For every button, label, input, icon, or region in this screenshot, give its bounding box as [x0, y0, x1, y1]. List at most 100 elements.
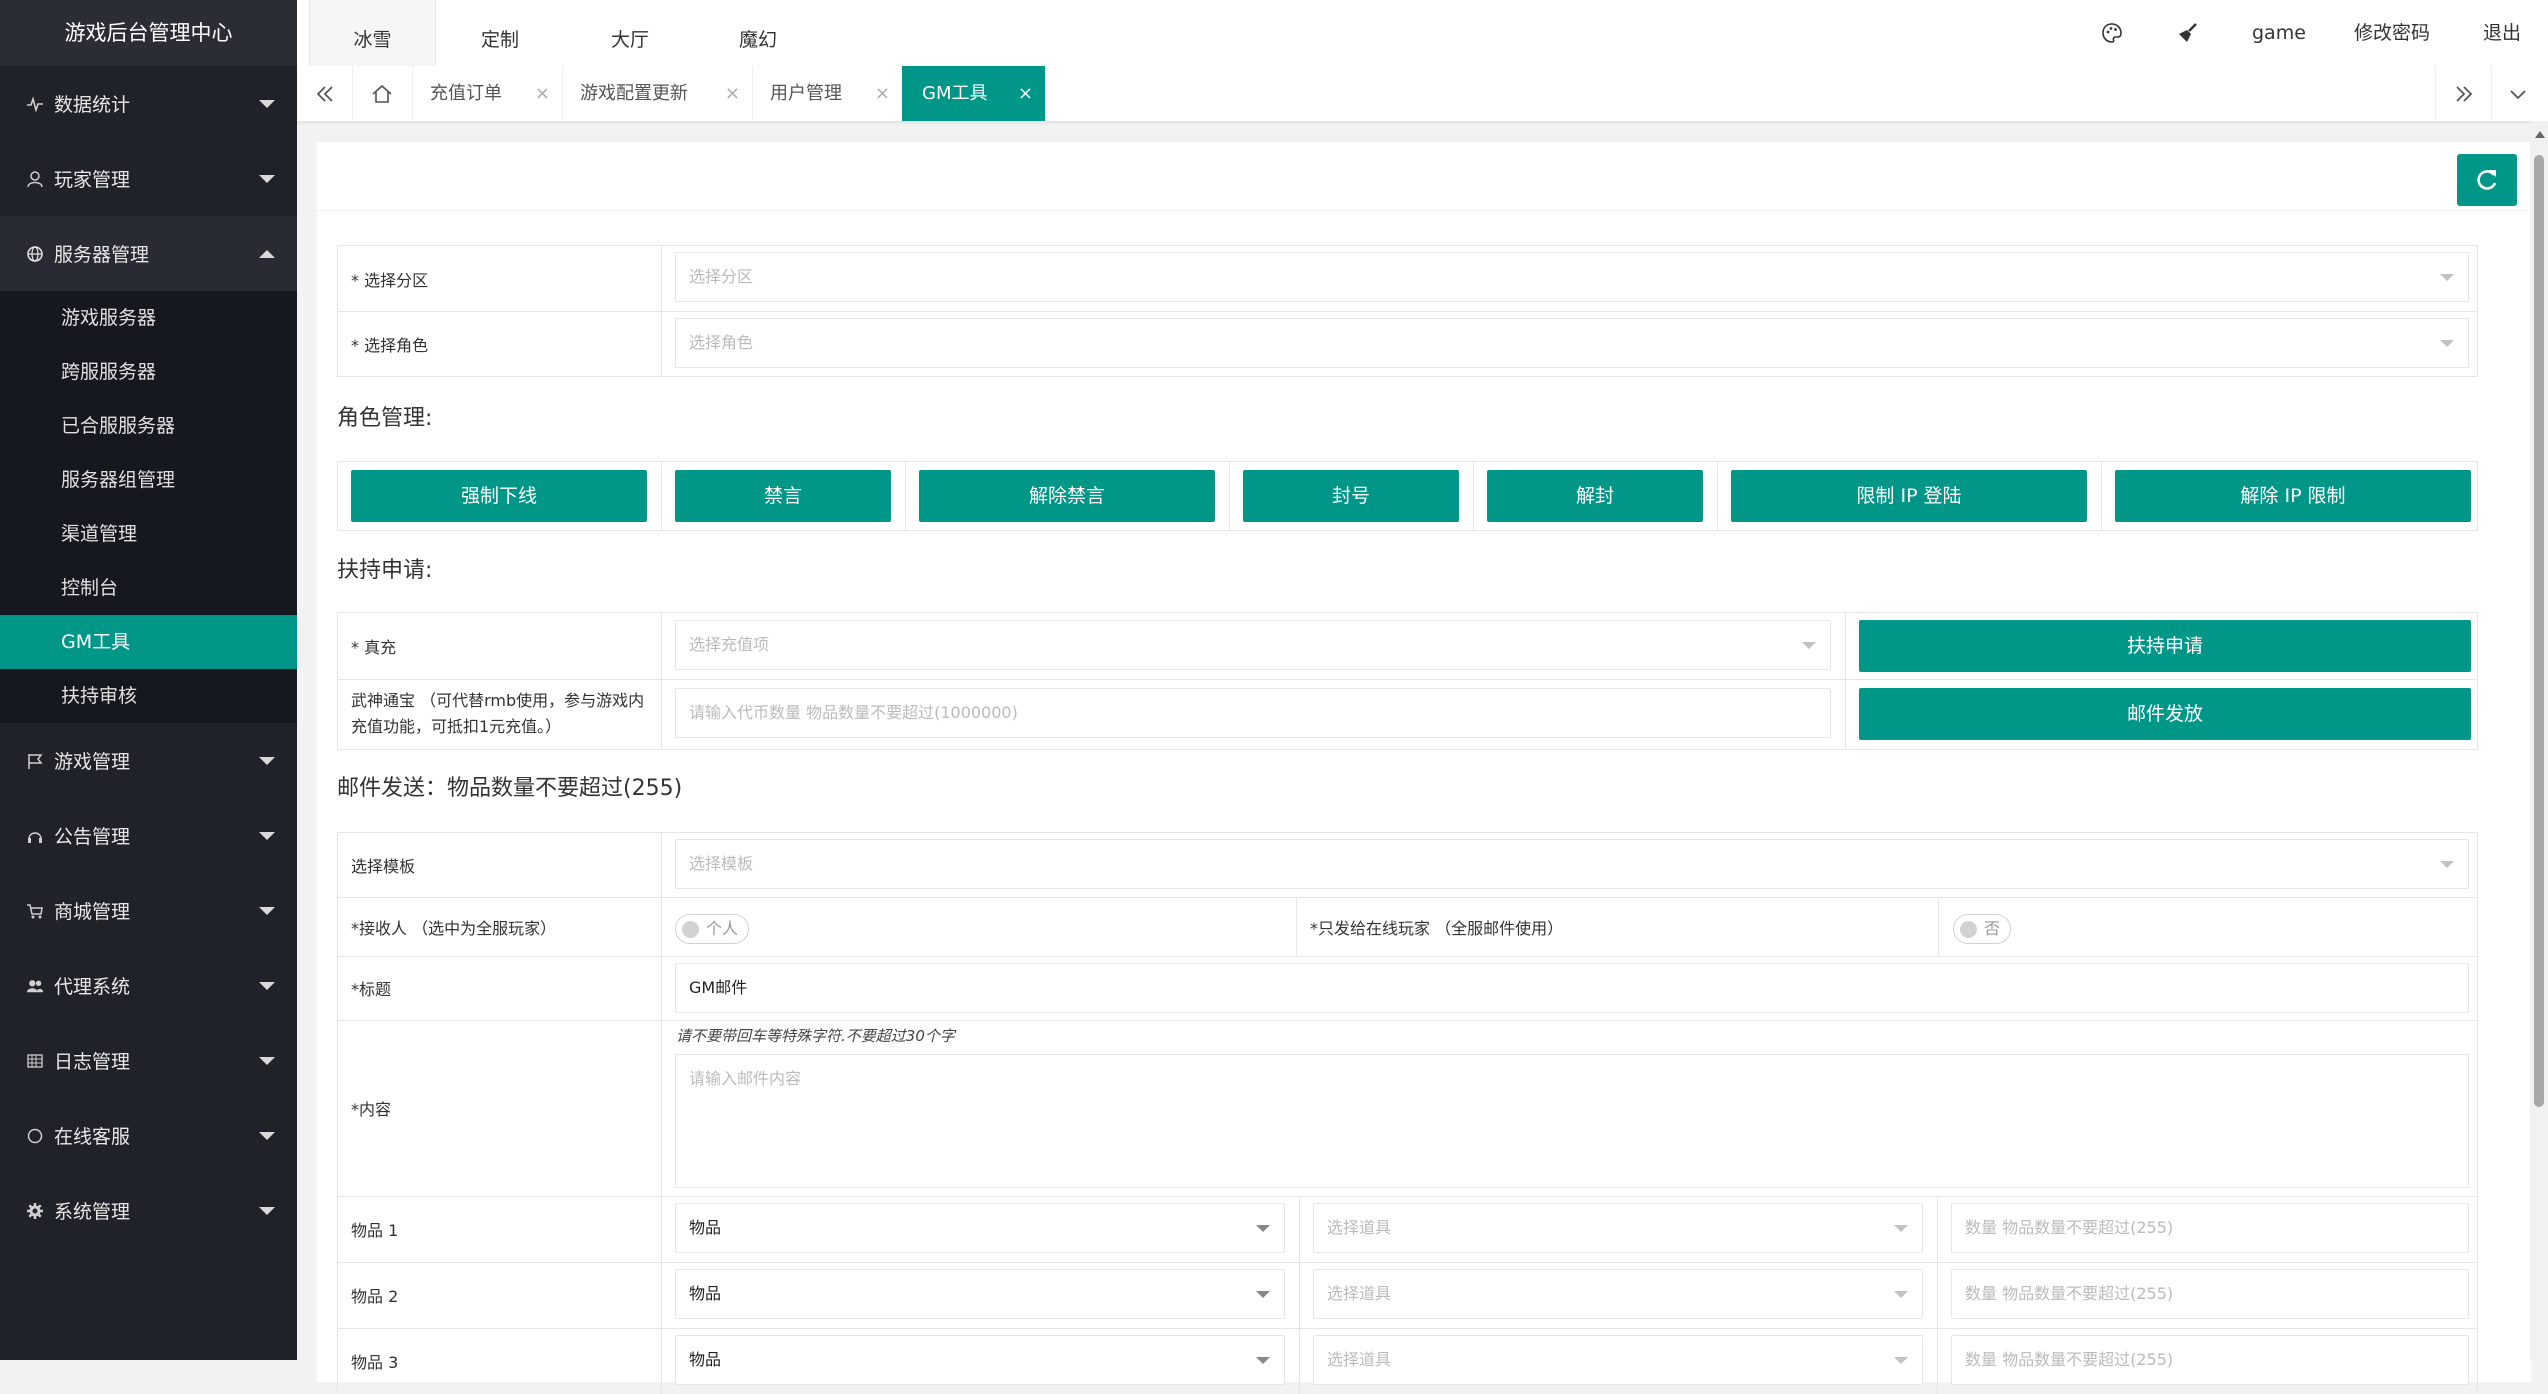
submenu-cross-servers[interactable]: 跨服服务器	[0, 345, 297, 399]
top-tab-fantasy[interactable]: 魔幻	[694, 0, 822, 66]
menu-mall[interactable]: 商城管理	[0, 873, 297, 948]
item-quantity-input[interactable]: 数量 物品数量不要超过(255)	[1951, 1203, 2469, 1253]
top-header: 冰雪 定制 大厅 魔幻 game 修改密码 退出	[297, 0, 2548, 68]
grid-icon	[26, 1052, 44, 1070]
chevron-down-icon	[259, 1056, 275, 1065]
item-quantity-input[interactable]: 数量 物品数量不要超过(255)	[1951, 1269, 2469, 1319]
pulse-icon	[26, 95, 44, 113]
role-button-table: 强制下线 禁言 解除禁言 封号 解封 限制 IP 登陆 解除 IP 限制	[337, 461, 2478, 531]
restrict-ip-button[interactable]: 限制 IP 登陆	[1731, 470, 2087, 522]
support-section-title: 扶持申请:	[337, 558, 433, 583]
item-quantity-input[interactable]: 数量 物品数量不要超过(255)	[1951, 1335, 2469, 1385]
mail-table: 选择模板 选择模板 *接收人 （选中为全服玩家） 个人 *只发给在线玩家 （全服…	[337, 832, 2478, 1394]
mail-content-textarea[interactable]: 请输入邮件内容	[675, 1054, 2469, 1188]
item-type-select[interactable]: 物品	[675, 1203, 1285, 1253]
force-offline-button[interactable]: 强制下线	[351, 470, 647, 522]
tab-game-config-update[interactable]: 游戏配置更新 ×	[562, 66, 753, 121]
support-apply-button[interactable]: 扶持申请	[1859, 620, 2471, 672]
submenu-merged-servers[interactable]: 已合服服务器	[0, 399, 297, 453]
item-label: 物品 2	[351, 1287, 399, 1306]
menu-server-management[interactable]: 服务器管理	[0, 216, 297, 291]
chevron-down-icon	[1256, 1291, 1270, 1298]
menu-logs[interactable]: 日志管理	[0, 1023, 297, 1098]
tab-recharge-orders[interactable]: 充值订单 ×	[412, 66, 563, 121]
zone-select[interactable]: 选择分区	[675, 252, 2469, 302]
chevron-down-icon	[1894, 1225, 1908, 1232]
circle-icon	[26, 1127, 44, 1145]
server-submenu: 游戏服务器 跨服服务器 已合服服务器 服务器组管理 渠道管理 控制台 GM工具 …	[0, 291, 297, 723]
unmute-button[interactable]: 解除禁言	[919, 470, 1215, 522]
scroll-up-arrow-icon[interactable]	[2535, 131, 2545, 138]
tab-gm-tool[interactable]: GM工具 ×	[902, 66, 1046, 121]
menu-game-management[interactable]: 游戏管理	[0, 723, 297, 798]
menu-system[interactable]: 系统管理	[0, 1173, 297, 1248]
item-type-select[interactable]: 物品	[675, 1269, 1285, 1319]
broom-icon[interactable]	[2173, 0, 2203, 66]
menu-online-service[interactable]: 在线客服	[0, 1098, 297, 1173]
remove-ip-restriction-button[interactable]: 解除 IP 限制	[2115, 470, 2471, 522]
mute-button[interactable]: 禁言	[675, 470, 891, 522]
close-icon[interactable]: ×	[725, 66, 740, 121]
item-prop-select[interactable]: 选择道具	[1313, 1203, 1923, 1253]
submenu-console[interactable]: 控制台	[0, 561, 297, 615]
top-tab-lobby[interactable]: 大厅	[566, 0, 694, 66]
item-prop-select[interactable]: 选择道具	[1313, 1335, 1923, 1385]
item-row: 物品 3 物品 选择道具 数量 物品数量不要超过(255)	[338, 1328, 2477, 1394]
close-icon[interactable]: ×	[535, 66, 550, 121]
currency-amount-input[interactable]: 请输入代币数量 物品数量不要超过(1000000)	[675, 688, 1831, 738]
tab-user-management[interactable]: 用户管理 ×	[752, 66, 903, 121]
close-icon[interactable]: ×	[1018, 66, 1033, 121]
double-chevron-right-icon[interactable]	[2435, 66, 2492, 121]
menu-agent-system[interactable]: 代理系统	[0, 948, 297, 1023]
target-table: * 选择分区 选择分区 * 选择角色 选择角色	[337, 245, 2478, 377]
submenu-channels[interactable]: 渠道管理	[0, 507, 297, 561]
submenu-server-groups[interactable]: 服务器组管理	[0, 453, 297, 507]
role-management-title: 角色管理:	[337, 406, 433, 431]
user-icon	[26, 170, 44, 188]
double-chevron-left-icon[interactable]	[297, 66, 353, 121]
menu-announcement[interactable]: 公告管理	[0, 798, 297, 873]
item-prop-select[interactable]: 选择道具	[1313, 1269, 1923, 1319]
refresh-button[interactable]	[2457, 154, 2517, 206]
recharge-select[interactable]: 选择充值项	[675, 620, 1831, 670]
template-label: 选择模板	[351, 857, 416, 876]
mail-title-input[interactable]: GM邮件	[675, 963, 2469, 1013]
unban-button[interactable]: 解封	[1487, 470, 1703, 522]
item-label: 物品 3	[351, 1353, 399, 1372]
submenu-support-review[interactable]: 扶持审核	[0, 669, 297, 723]
divider	[317, 210, 2531, 211]
role-select[interactable]: 选择角色	[675, 318, 2469, 368]
item-label: 物品 1	[351, 1221, 399, 1240]
chevron-down-icon	[2440, 861, 2454, 868]
home-icon[interactable]	[352, 66, 413, 121]
change-password-link[interactable]: 修改密码	[2354, 0, 2430, 66]
chevron-down-icon[interactable]	[2490, 66, 2545, 121]
menu-label: 数据统计	[54, 94, 131, 116]
globe-icon	[26, 245, 44, 263]
menu-player-management[interactable]: 玩家管理	[0, 141, 297, 216]
receiver-toggle[interactable]: 个人	[675, 914, 750, 944]
item-type-select[interactable]: 物品	[675, 1335, 1285, 1385]
palette-icon[interactable]	[2097, 0, 2127, 66]
menu-data-stats[interactable]: 数据统计	[0, 66, 297, 141]
submenu-game-servers[interactable]: 游戏服务器	[0, 291, 297, 345]
submenu-gm-tool[interactable]: GM工具	[0, 615, 297, 669]
top-tab-ice[interactable]: 冰雪	[309, 0, 436, 68]
close-icon[interactable]: ×	[875, 66, 890, 121]
mail-send-button[interactable]: 邮件发放	[1859, 688, 2471, 740]
logout-link[interactable]: 退出	[2483, 0, 2521, 66]
user-name[interactable]: game	[2252, 0, 2306, 66]
top-tab-custom[interactable]: 定制	[434, 0, 566, 66]
online-only-toggle[interactable]: 否	[1953, 914, 2012, 944]
vertical-scrollbar[interactable]	[2530, 121, 2548, 1360]
scrollbar-thumb[interactable]	[2534, 155, 2544, 1107]
menu-label: 系统管理	[54, 1201, 131, 1223]
chevron-down-icon	[259, 1206, 275, 1215]
item-row: 物品 2 物品 选择道具 数量 物品数量不要超过(255)	[338, 1262, 2477, 1329]
item-row: 物品 1 物品 选择道具 数量 物品数量不要超过(255)	[338, 1196, 2477, 1263]
toggle-knob	[1960, 921, 1977, 938]
zone-row: * 选择分区 选择分区	[338, 246, 2477, 312]
template-select[interactable]: 选择模板	[675, 839, 2469, 889]
ban-button[interactable]: 封号	[1243, 470, 1459, 522]
chevron-down-icon	[259, 174, 275, 183]
